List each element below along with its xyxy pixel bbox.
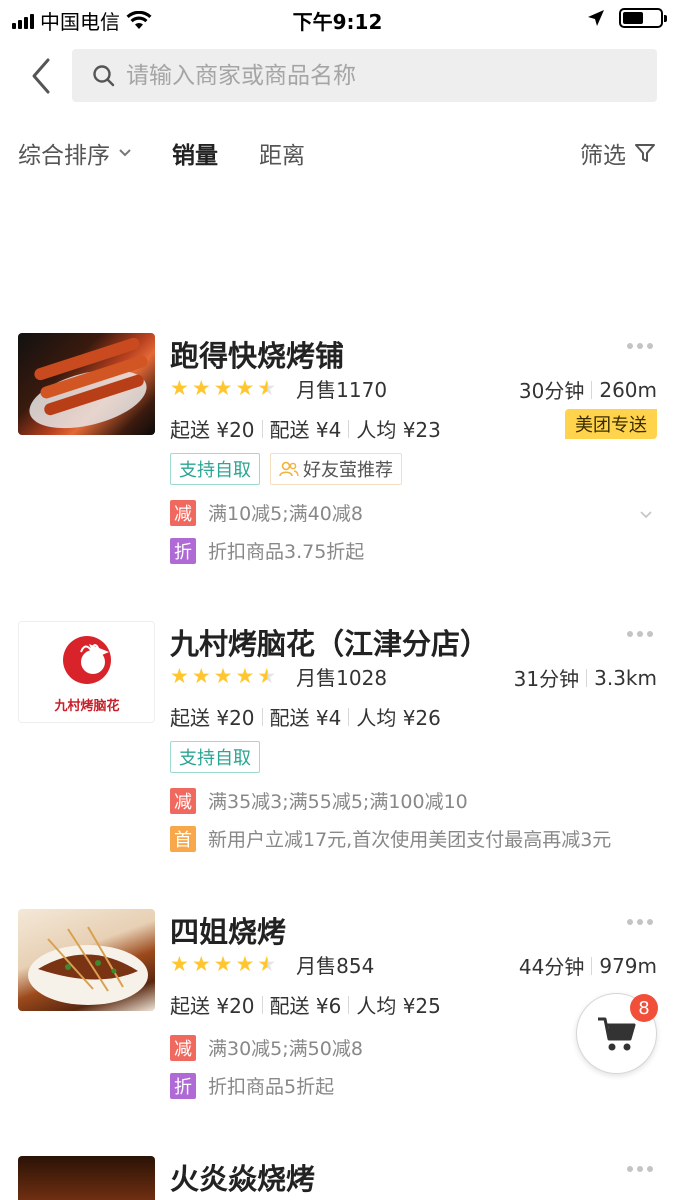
store-card-paodekuai[interactable]: 跑得快烧烤铺 ★ ★ ★ ★ ★ 月售1170 30分钟 260m 起送 ¥20 配送 … — [0, 333, 675, 573]
rating-stars: ★ ★ ★ ★ ★ — [170, 375, 277, 400]
more-icon[interactable] — [627, 1166, 653, 1172]
per-capita: 人均 ¥25 — [356, 994, 441, 1018]
delivery-fee: 配送 ¥6 — [269, 994, 342, 1018]
battery-icon — [619, 8, 667, 28]
chevron-left-icon — [32, 58, 50, 94]
monthly-sales: 月售854 — [296, 953, 375, 978]
store-card-jiucun[interactable]: 九村烤脑花 九村烤脑花（江津分店） ★ ★ ★ ★ ★ 月售1028 31分钟 3.3k… — [0, 621, 675, 861]
per-capita: 人均 ¥26 — [356, 706, 441, 730]
status-bar: 中国电信 下午9:12 — [0, 0, 675, 38]
tag-friend-recommend: 好友萤推荐 — [270, 453, 402, 485]
promo-sale: 折 折扣商品5折起 — [170, 1072, 334, 1099]
store-name: 火炎焱烧烤 — [170, 1162, 316, 1196]
promo-text: 新用户立减17元,首次使用美团支付最高再减3元 — [208, 829, 612, 851]
promo-badge: 折 — [170, 537, 196, 564]
promo-new-user: 首 新用户立减17元,首次使用美团支付最高再减3元 — [170, 825, 611, 852]
delivery-time: 30分钟 — [518, 379, 585, 403]
chevron-down-icon — [119, 149, 131, 157]
promo-discount: 减 满10减5;满40减8 — [170, 499, 363, 526]
promo-text: 折扣商品5折起 — [208, 1076, 335, 1098]
store-name: 跑得快烧烤铺 — [170, 339, 345, 373]
monthly-sales: 月售1170 — [296, 377, 388, 402]
promo-text: 折扣商品3.75折起 — [208, 541, 365, 563]
store-photo — [18, 333, 155, 435]
shopping-cart-icon — [597, 1017, 635, 1050]
distance: 260m — [599, 377, 657, 402]
store-photo — [18, 1156, 155, 1200]
promo-discount: 减 满30减5;满50减8 — [170, 1034, 363, 1061]
location-arrow-icon — [588, 10, 604, 26]
delivery-badge: 美团专送 — [565, 409, 657, 439]
promo-sale: 折 折扣商品3.75折起 — [170, 537, 364, 564]
tag-pickup: 支持自取 — [170, 453, 260, 485]
delivery-fee: 配送 ¥4 — [269, 418, 342, 442]
store-card-huoyanyan[interactable]: 火炎焱烧烤 — [0, 1156, 675, 1200]
delivery-time: 44分钟 — [518, 955, 585, 979]
min-order: 起送 ¥20 — [170, 994, 255, 1018]
search-bar[interactable] — [72, 49, 657, 102]
store-name: 四姐烧烤 — [170, 915, 287, 949]
back-button[interactable] — [28, 56, 58, 96]
funnel-icon — [635, 144, 655, 162]
expand-promos-icon[interactable] — [639, 505, 653, 524]
promo-text: 满10减5;满40减8 — [208, 503, 363, 525]
distance-label: 距离 — [259, 143, 305, 169]
promo-badge: 减 — [170, 1034, 196, 1061]
rating-stars: ★ ★ ★ ★ ★ — [170, 951, 277, 976]
min-order: 起送 ¥20 — [170, 706, 255, 730]
tag-pickup: 支持自取 — [170, 741, 260, 773]
distance: 3.3km — [594, 665, 657, 690]
delivery-time: 31分钟 — [513, 667, 580, 691]
cart-count-badge: 8 — [630, 994, 658, 1022]
search-icon — [93, 64, 115, 86]
more-icon[interactable] — [627, 919, 653, 925]
rating-stars: ★ ★ ★ ★ ★ — [170, 663, 277, 688]
promo-text: 满30减5;满50减8 — [208, 1038, 363, 1060]
more-icon[interactable] — [627, 631, 653, 637]
promo-discount: 减 满35减3;满55减5;满100减10 — [170, 787, 468, 814]
sort-dropdown[interactable]: 综合排序 — [18, 136, 132, 170]
store-photo — [18, 909, 155, 1011]
filter-label: 筛选 — [580, 143, 626, 169]
sales-label: 销量 — [172, 143, 218, 169]
promo-badge: 首 — [170, 825, 196, 852]
per-capita: 人均 ¥23 — [356, 418, 441, 442]
friends-icon — [279, 461, 299, 477]
promo-badge: 折 — [170, 1072, 196, 1099]
min-order: 起送 ¥20 — [170, 418, 255, 442]
store-logo: 九村烤脑花 — [18, 621, 155, 723]
search-input[interactable] — [126, 62, 606, 89]
promo-badge: 减 — [170, 787, 196, 814]
sort-label: 综合排序 — [18, 143, 110, 169]
filter-bar: 综合排序 销量 距离 筛选 — [0, 128, 675, 176]
logo-text: 九村烤脑花 — [53, 698, 119, 714]
tab-sales[interactable]: 销量 — [172, 136, 218, 170]
delivery-fee: 配送 ¥4 — [269, 706, 342, 730]
store-card-sijie[interactable]: 四姐烧烤 ★ ★ ★ ★ ★ 月售854 44分钟 979m 起送 ¥20 配送 ¥6 … — [0, 909, 675, 1109]
monthly-sales: 月售1028 — [296, 665, 388, 690]
clock: 下午9:12 — [292, 10, 383, 34]
store-name: 九村烤脑花（江津分店） — [170, 627, 490, 661]
promo-text: 满35减3;满55减5;满100减10 — [208, 791, 468, 813]
filter-button[interactable]: 筛选 — [580, 136, 656, 170]
distance: 979m — [599, 953, 657, 978]
promo-badge: 减 — [170, 499, 196, 526]
tab-distance[interactable]: 距离 — [259, 136, 305, 170]
tag-friend-label: 好友萤推荐 — [303, 460, 393, 481]
more-icon[interactable] — [627, 343, 653, 349]
